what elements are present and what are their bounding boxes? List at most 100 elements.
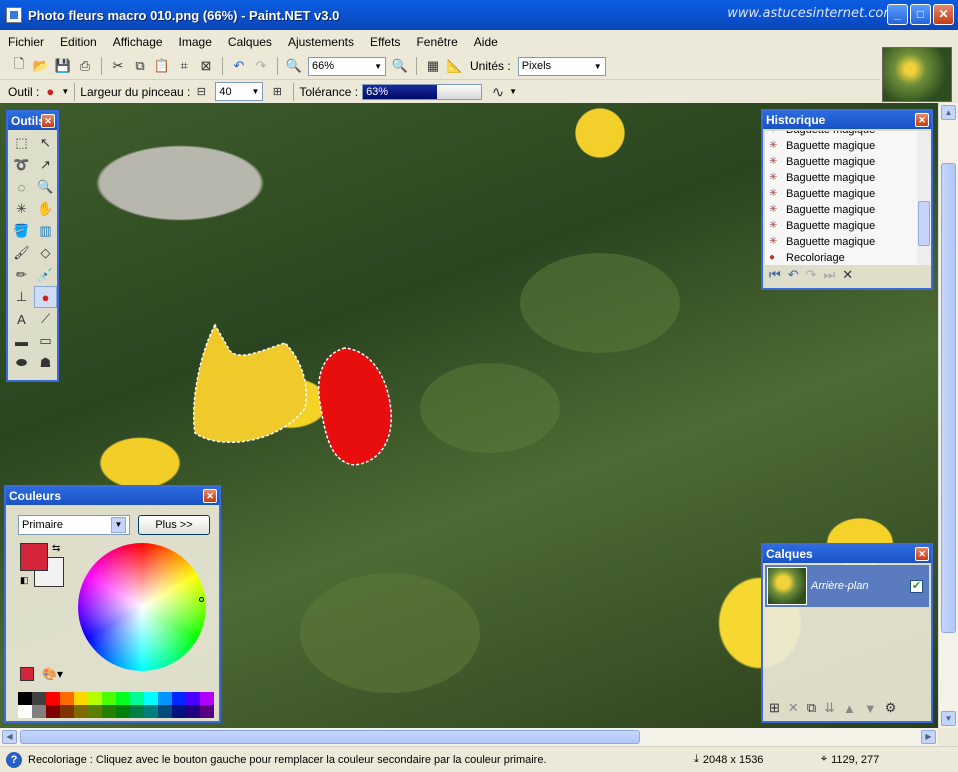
palette-swatch[interactable]	[88, 705, 102, 718]
palette-swatch[interactable]	[172, 692, 186, 705]
palette-swatch[interactable]	[186, 692, 200, 705]
text-icon[interactable]: A	[10, 308, 33, 330]
app-icon[interactable]	[6, 7, 22, 23]
zoom-in-icon[interactable]: 🔍	[390, 56, 410, 76]
duplicate-layer-icon[interactable]: ⧉	[807, 700, 816, 716]
history-item[interactable]: ✳ Baguette magique	[765, 170, 917, 186]
menu-ajustements[interactable]: Ajustements	[280, 35, 362, 49]
color-picker-icon[interactable]: 💉	[34, 264, 57, 286]
cut-icon[interactable]: ✂	[108, 56, 128, 76]
move-layer-down-icon[interactable]: ▼	[864, 701, 877, 716]
rewind-icon[interactable]: ⏮	[769, 267, 781, 283]
scroll-up-button[interactable]: ▲	[941, 105, 956, 120]
add-to-palette-icon[interactable]	[20, 667, 34, 681]
scroll-thumb[interactable]	[20, 730, 640, 744]
move-layer-up-icon[interactable]: ▲	[843, 701, 856, 716]
image-thumbnail-tab[interactable]	[882, 47, 952, 102]
palette-swatch[interactable]	[102, 705, 116, 718]
layer-properties-icon[interactable]: ⚙	[885, 700, 897, 716]
close-icon[interactable]: ✕	[41, 114, 55, 128]
merge-layer-down-icon[interactable]: ⇊	[824, 700, 835, 716]
palette-swatch[interactable]	[200, 692, 214, 705]
history-item[interactable]: ✳ Baguette magique	[765, 154, 917, 170]
redo-icon[interactable]: ↷	[806, 267, 817, 283]
palette-swatch[interactable]	[116, 705, 130, 718]
zoom-icon[interactable]: 🔍	[34, 176, 57, 198]
primary-color-swatch[interactable]	[20, 543, 48, 571]
palette-swatch[interactable]	[32, 705, 46, 718]
paintbrush-icon[interactable]: 🖌	[10, 242, 33, 264]
palette-swatch[interactable]	[158, 692, 172, 705]
color-wheel[interactable]	[78, 543, 206, 671]
pencil-icon[interactable]: ✏	[10, 264, 33, 286]
scroll-thumb[interactable]	[918, 201, 930, 246]
deselect-icon[interactable]: ⊠	[196, 56, 216, 76]
layer-visibility-checkbox[interactable]: ✔	[910, 579, 923, 593]
paint-bucket-icon[interactable]: 🪣	[10, 220, 33, 242]
scroll-left-button[interactable]: ◀	[2, 730, 17, 744]
brush-width-combo[interactable]: 40 ▼	[215, 82, 264, 101]
move-pixels-icon[interactable]: ↗	[34, 154, 57, 176]
rulers-icon[interactable]: 📐	[445, 56, 465, 76]
palette-swatch[interactable]	[74, 692, 88, 705]
layer-row[interactable]: Arrière-plan ✔	[765, 565, 929, 607]
horizontal-scrollbar[interactable]: ◀ ▶	[0, 728, 938, 746]
open-file-icon[interactable]: 📂	[31, 56, 51, 76]
new-file-icon[interactable]: 🗋	[9, 56, 29, 76]
vertical-scrollbar[interactable]: ▲ ▼	[938, 103, 958, 728]
line-curve-icon[interactable]: ⟋	[34, 308, 57, 330]
magic-wand-icon[interactable]: ✳	[10, 198, 33, 220]
history-item[interactable]: ✳ Baguette magique	[765, 234, 917, 250]
menu-edition[interactable]: Edition	[52, 35, 105, 49]
palette-swatch[interactable]	[18, 692, 32, 705]
ellipse-select-icon[interactable]: ◌	[10, 176, 33, 198]
pan-hand-icon[interactable]: ✋	[34, 198, 57, 220]
scroll-right-button[interactable]: ▶	[921, 730, 936, 744]
menu-image[interactable]: Image	[171, 35, 220, 49]
fast-forward-icon[interactable]: ⏭	[824, 267, 836, 283]
eraser-icon[interactable]: ◇	[34, 242, 57, 264]
swap-colors-icon[interactable]: ⇆	[52, 543, 60, 554]
palette-swatch[interactable]	[102, 692, 116, 705]
minimize-button[interactable]: _	[887, 4, 908, 25]
menu-fenetre[interactable]: Fenêtre	[408, 35, 465, 49]
more-colors-button[interactable]: Plus >>	[138, 515, 210, 535]
reset-colors-icon[interactable]: ◧	[20, 575, 32, 587]
palette-swatch[interactable]	[116, 692, 130, 705]
palette-swatch[interactable]	[60, 705, 74, 718]
close-icon[interactable]: ✕	[915, 113, 929, 127]
scroll-thumb[interactable]	[941, 163, 956, 633]
print-icon[interactable]: ⎙	[75, 56, 95, 76]
lasso-select-icon[interactable]: ➰	[10, 154, 33, 176]
move-selection-icon[interactable]: ↖	[34, 132, 57, 154]
palette-swatch[interactable]	[172, 705, 186, 718]
palette-swatch[interactable]	[60, 692, 74, 705]
history-item[interactable]: ✳ Baguette magique	[765, 218, 917, 234]
rounded-rectangle-icon[interactable]: ▭	[34, 330, 57, 352]
history-item[interactable]: ✳ Baguette magique	[765, 138, 917, 154]
close-icon[interactable]: ✕	[915, 547, 929, 561]
menu-effets[interactable]: Effets	[362, 35, 408, 49]
chevron-down-icon[interactable]: ▼	[61, 87, 69, 96]
palette-swatch[interactable]	[186, 705, 200, 718]
decrease-width-button[interactable]: ⊟	[191, 82, 211, 102]
history-item[interactable]: ✳ Baguette magique	[765, 131, 917, 138]
recolor-icon[interactable]: ●	[40, 82, 60, 102]
close-icon[interactable]: ✕	[203, 489, 217, 503]
history-item[interactable]: ✳ Baguette magique	[765, 202, 917, 218]
recolor-icon[interactable]: ●	[34, 286, 57, 308]
palette-swatch[interactable]	[46, 705, 60, 718]
crop-icon[interactable]: ⌗	[174, 56, 194, 76]
rectangle-icon[interactable]: ▬	[10, 330, 33, 352]
palette-swatch[interactable]	[200, 705, 214, 718]
undo-icon[interactable]: ↶	[788, 267, 799, 283]
grid-icon[interactable]: ▦	[423, 56, 443, 76]
ellipse-icon[interactable]: ⬬	[10, 352, 33, 374]
gradient-icon[interactable]: ▥	[34, 220, 57, 242]
palette-swatch[interactable]	[130, 705, 144, 718]
copy-icon[interactable]: ⧉	[130, 56, 150, 76]
add-layer-icon[interactable]: ⊞	[769, 700, 780, 716]
menu-affichage[interactable]: Affichage	[105, 35, 171, 49]
increase-width-button[interactable]: ⊞	[267, 82, 287, 102]
delete-history-icon[interactable]: ✕	[842, 267, 853, 283]
